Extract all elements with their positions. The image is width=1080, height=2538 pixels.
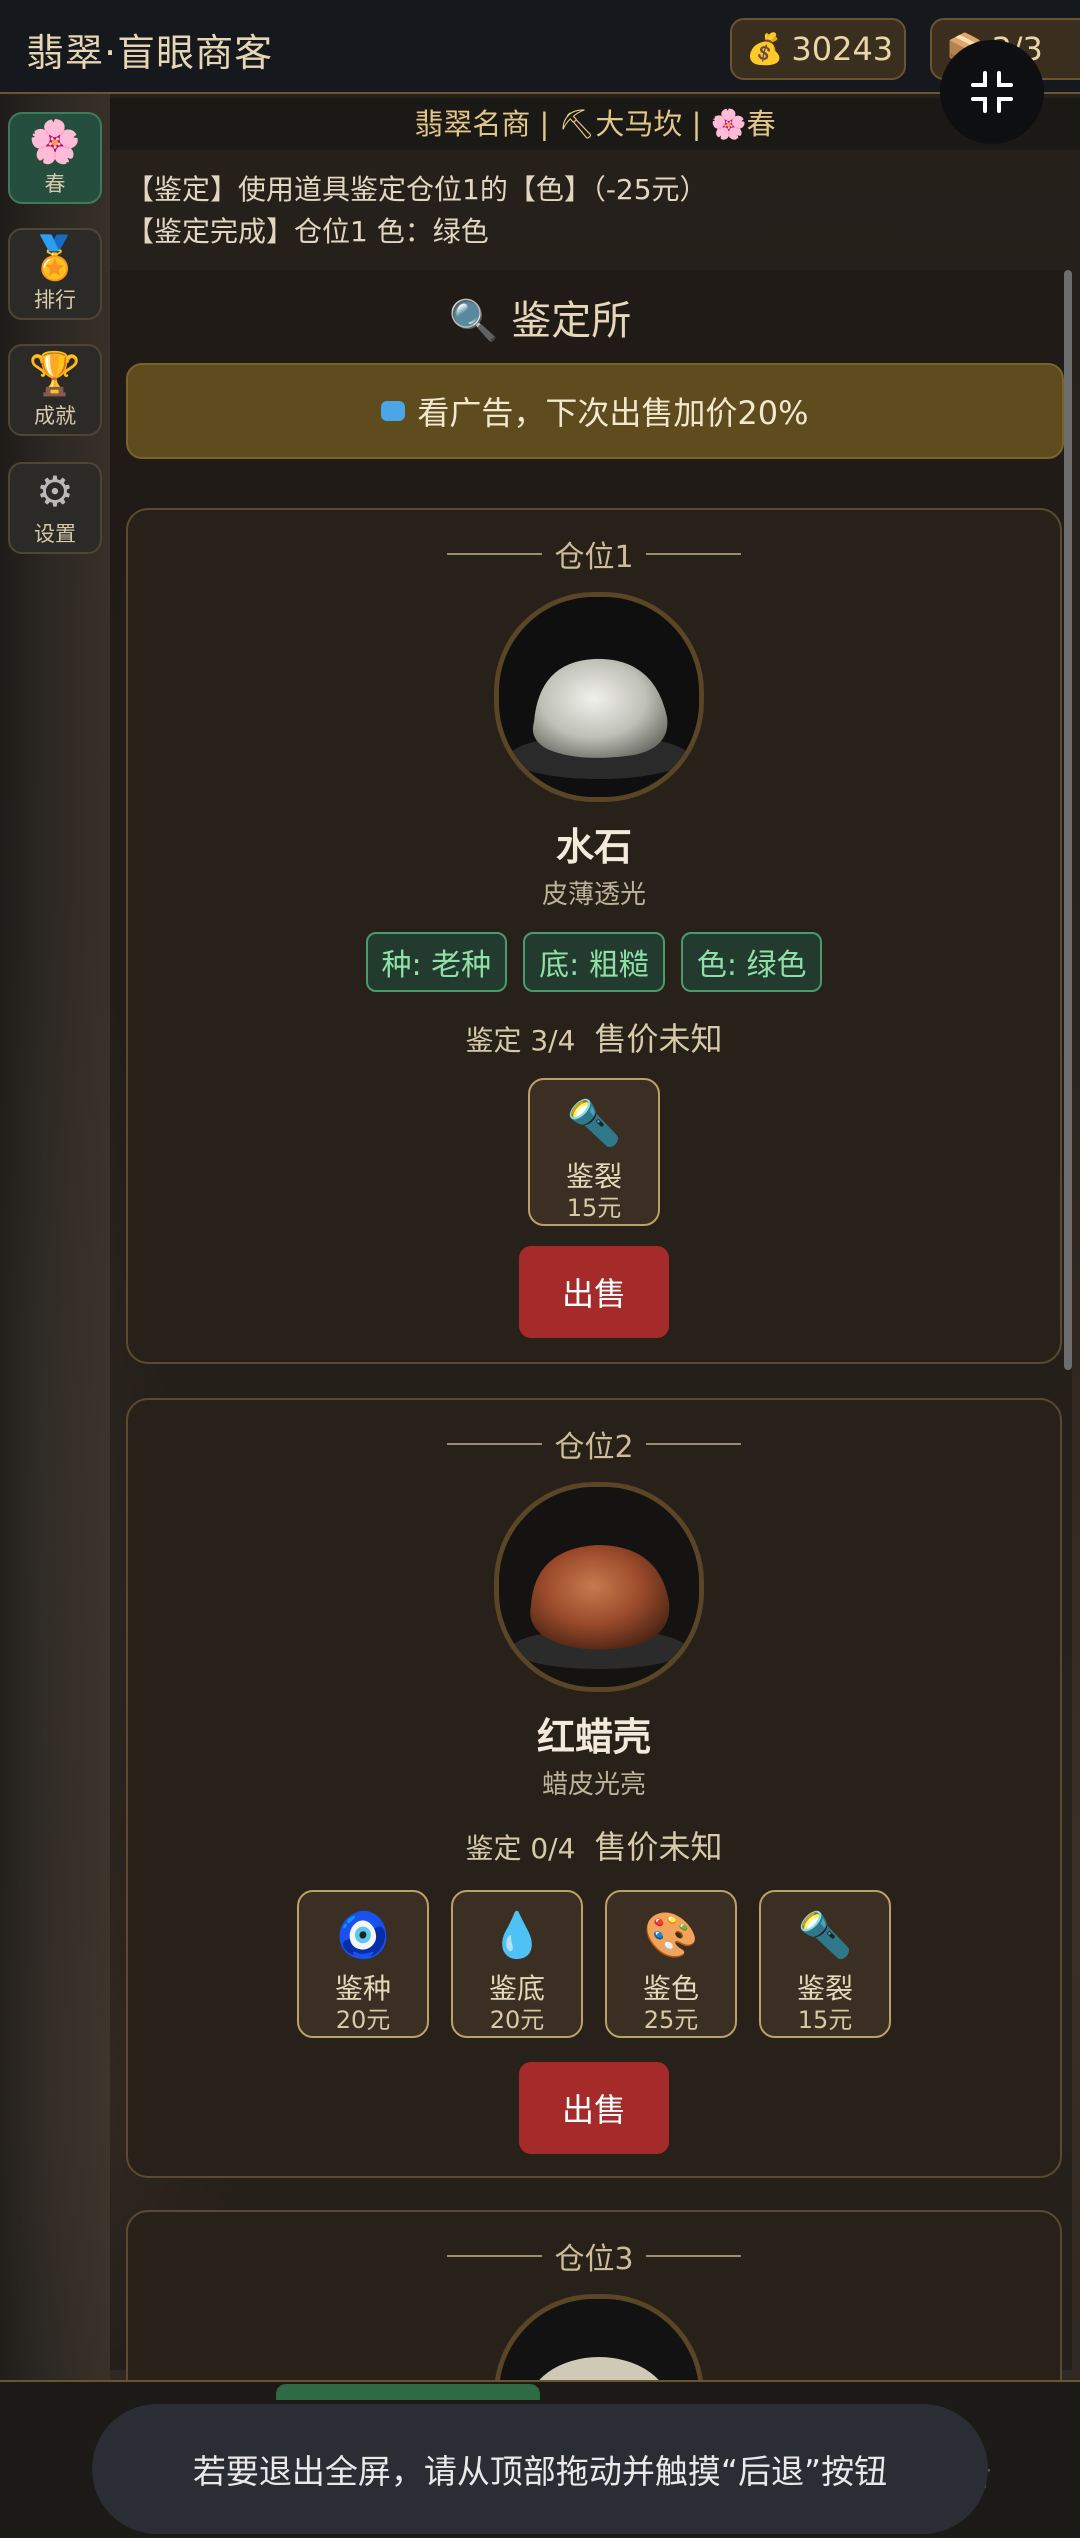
tag-base: 底: 粗糙 — [523, 932, 665, 992]
nav-settings[interactable]: ⚙ 设置 — [8, 462, 102, 554]
stone-name: 红蜡壳 — [536, 1715, 651, 1759]
slot-label: 仓位3 — [554, 2242, 634, 2277]
coins-value: 30243 — [791, 30, 894, 68]
progress-count: 鉴定 0/4 — [465, 1832, 576, 1865]
stone-picture — [499, 1487, 699, 1687]
stone-image — [494, 1482, 704, 1692]
collapse-icon — [971, 71, 1013, 113]
progress-count: 鉴定 3/4 — [465, 1024, 576, 1057]
divider — [645, 2255, 741, 2257]
stone-description: 蜡皮光亮 — [541, 1770, 646, 1800]
bottom-active-tab[interactable] — [276, 2384, 540, 2400]
divider — [447, 1443, 543, 1445]
trophy-icon: 🏆 — [28, 349, 82, 398]
sell-button[interactable]: 出售 — [519, 2062, 669, 2154]
tool-color-button[interactable]: 🎨 鉴色 25元 — [605, 1890, 737, 2038]
scrollbar[interactable] — [1064, 270, 1072, 1370]
slot-header: 仓位3 — [128, 2234, 1060, 2278]
price-status: 售价未知 — [594, 1828, 723, 1866]
nav-settings-label: 设置 — [34, 522, 76, 546]
sell-button[interactable]: 出售 — [519, 1246, 669, 1338]
nav-achievements-label: 成就 — [34, 404, 76, 428]
tool-variety-button[interactable]: 🧿 鉴种 20元 — [297, 1890, 429, 2038]
divider — [645, 553, 741, 555]
tool-price: 20元 — [335, 2006, 391, 2034]
evil-eye-icon: 🧿 — [335, 1910, 391, 1961]
top-bar: 翡翠·盲眼商客 💰 30243 📦 3/3 — [0, 0, 1080, 94]
divider — [447, 2255, 543, 2257]
exit-fullscreen-button[interactable] — [940, 40, 1044, 144]
app-title: 翡翠·盲眼商客 — [26, 31, 274, 75]
appraisal-progress: 鉴定 0/4 售价未知 — [128, 1822, 1060, 1868]
tool-name: 鉴种 — [334, 1972, 391, 2005]
nav-ranking-label: 排行 — [34, 288, 76, 312]
tool-list: 🔦 鉴裂 15元 — [128, 1078, 1060, 1226]
section-title: 🔍 鉴定所 — [448, 298, 632, 344]
status-line: 翡翠名商 | ⛏大马坎 | 🌸春 — [110, 98, 1080, 150]
slot-header: 仓位2 — [128, 1422, 1060, 1466]
flashlight-icon: 🔦 — [566, 1098, 622, 1149]
tool-price: 15元 — [797, 2006, 853, 2034]
blossom-icon: 🌸 — [28, 117, 82, 166]
tool-crack-button[interactable]: 🔦 鉴裂 15元 — [528, 1078, 660, 1226]
fullscreen-toast: 若要退出全屏，请从顶部拖动并触摸“后退”按钮 — [92, 2404, 988, 2534]
price-status: 售价未知 — [594, 1020, 723, 1058]
tv-icon — [381, 401, 406, 421]
stone-picture — [499, 597, 699, 797]
identified-tags: 种: 老种 底: 粗糙 色: 绿色 — [128, 932, 1060, 992]
tool-price: 25元 — [643, 2006, 699, 2034]
divider — [447, 553, 543, 555]
nav-ranking[interactable]: 🏅 排行 — [8, 228, 102, 320]
money-bag-icon: 💰 — [746, 31, 784, 67]
watch-ad-label: 看广告，下次出售加价20% — [417, 394, 809, 432]
slot-header: 仓位1 — [128, 532, 1060, 576]
nav-season-label: 春 — [44, 172, 66, 196]
tool-name: 鉴底 — [488, 1972, 545, 2005]
nav-achievements[interactable]: 🏆 成就 — [8, 344, 102, 436]
slot-label: 仓位1 — [554, 540, 634, 575]
tool-list: 🧿 鉴种 20元 💧 鉴底 20元 🎨 鉴色 25元 🔦 鉴裂 15元 — [128, 1890, 1060, 2038]
stone-name: 水石 — [555, 825, 632, 869]
gear-icon: ⚙ — [36, 467, 74, 516]
tag-color: 色: 绿色 — [680, 932, 823, 992]
stone-description: 皮薄透光 — [541, 880, 646, 910]
tool-price: 15元 — [566, 1194, 622, 1222]
tool-name: 鉴色 — [642, 1972, 699, 2005]
tag-variety: 种: 老种 — [365, 932, 508, 992]
tool-base-button[interactable]: 💧 鉴底 20元 — [451, 1890, 583, 2038]
palette-icon: 🎨 — [643, 1910, 699, 1961]
stone-image — [494, 592, 704, 802]
tool-name: 鉴裂 — [565, 1160, 622, 1193]
log-line-2: 【鉴定完成】仓位1 色：绿色 — [126, 215, 489, 248]
flashlight-icon: 🔦 — [797, 1910, 853, 1961]
appraisal-progress: 鉴定 3/4 售价未知 — [128, 1014, 1060, 1060]
tool-name: 鉴裂 — [796, 1972, 853, 2005]
slot-card-1: 仓位1 水石 皮薄透光 种: 老种 底: 粗糙 色: 绿色 鉴定 3/4 售价未… — [126, 508, 1062, 1364]
watch-ad-button[interactable]: 看广告，下次出售加价20% — [126, 363, 1064, 459]
tool-price: 20元 — [489, 2006, 545, 2034]
coins-chip: 💰 30243 — [730, 18, 906, 80]
tool-crack-button[interactable]: 🔦 鉴裂 15元 — [759, 1890, 891, 2038]
droplet-icon: 💧 — [489, 1910, 545, 1961]
slot-label: 仓位2 — [554, 1430, 634, 1465]
divider — [645, 1443, 741, 1445]
log-line-1: 【鉴定】使用道具鉴定仓位1的【色】（-25元） — [126, 173, 708, 206]
slot-card-2: 仓位2 红蜡壳 蜡皮光亮 鉴定 0/4 售价未知 🧿 鉴种 20元 💧 鉴底 2… — [126, 1398, 1062, 2178]
nav-season[interactable]: 🌸 春 — [8, 112, 102, 204]
medal-icon: 🏅 — [28, 233, 82, 282]
